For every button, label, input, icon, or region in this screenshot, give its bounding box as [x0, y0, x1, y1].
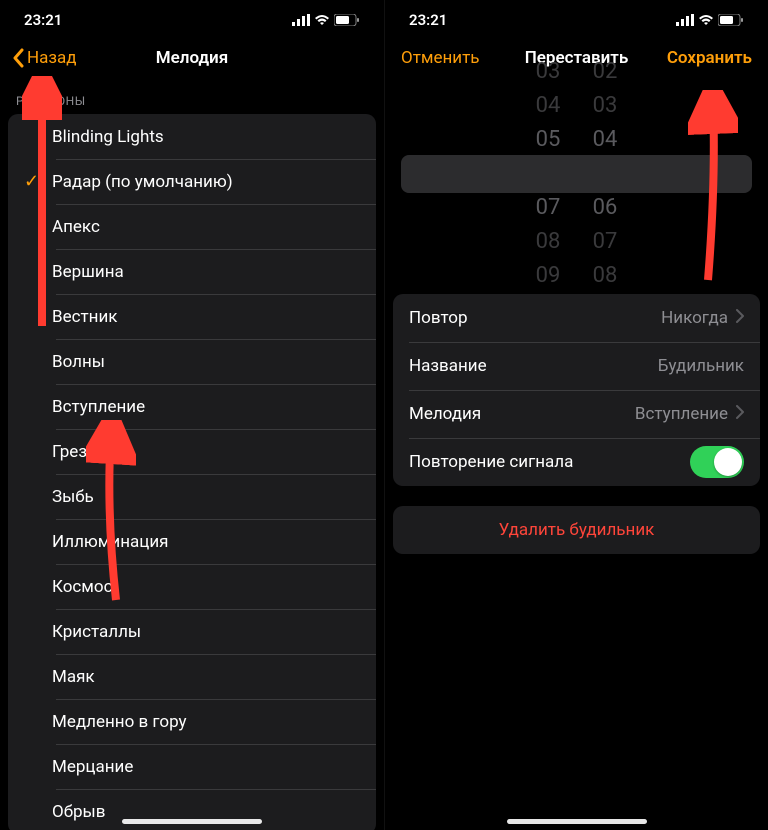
status-icons [292, 14, 360, 26]
settings-value: Никогда [661, 308, 728, 328]
cellular-icon [676, 14, 694, 26]
back-button[interactable]: Назад [6, 44, 83, 72]
picker-value: 05 [536, 123, 561, 157]
chevron-right-icon [736, 404, 744, 424]
delete-alarm-button[interactable]: Удалить будильник [393, 506, 760, 554]
ringtone-label: Космос [52, 565, 360, 609]
picker-value: 07 [593, 225, 618, 259]
ringtone-label: Зыбь [52, 475, 360, 519]
picker-value: 07 [536, 191, 561, 225]
ringtone-label: Вестник [52, 295, 360, 339]
wifi-icon [314, 14, 330, 26]
ringtone-row[interactable]: Апекс [8, 204, 376, 249]
ringtone-label: Апекс [52, 205, 360, 249]
save-button[interactable]: Сохранить [657, 42, 762, 74]
cellular-icon [292, 14, 310, 26]
section-header-ringtones: РИНГТОНЫ [0, 80, 384, 114]
status-time: 23:21 [24, 11, 62, 29]
settings-key: Название [409, 356, 658, 376]
cancel-button[interactable]: Отменить [391, 42, 490, 74]
ringtone-row[interactable]: Кристаллы [8, 609, 376, 654]
ringtone-row[interactable]: Грезы [8, 429, 376, 474]
picker-value: 02 [593, 55, 618, 89]
ringtone-row[interactable]: Космос [8, 564, 376, 609]
picker-value: 04 [593, 123, 618, 157]
ringtone-label: Blinding Lights [52, 115, 360, 159]
phone-left: 23:21 Назад Мелодия РИНГТОНЫ Blinding Li… [0, 0, 384, 830]
settings-key: Мелодия [409, 404, 635, 424]
back-label: Назад [27, 48, 77, 68]
settings-key: Повтор [409, 308, 661, 328]
battery-icon [718, 14, 744, 26]
picker-highlight [401, 155, 752, 193]
nav-bar: Назад Мелодия [0, 36, 384, 80]
picker-value: 03 [593, 89, 618, 123]
ringtone-label: Кристаллы [52, 610, 360, 654]
settings-row-repeat[interactable]: Повтор Никогда [393, 294, 760, 342]
ringtone-label: Радар (по умолчанию) [52, 160, 360, 204]
home-indicator[interactable] [507, 819, 647, 824]
ringtone-label: Вершина [52, 250, 360, 294]
ringtone-label: Маяк [52, 655, 360, 699]
ringtone-row[interactable]: Иллюминация [8, 519, 376, 564]
settings-value: Будильник [658, 356, 744, 376]
ringtone-list: Blinding Lights✓Радар (по умолчанию)Апек… [8, 114, 376, 830]
ringtone-row[interactable]: Мерцание [8, 744, 376, 789]
status-icons [676, 14, 744, 26]
ringtone-row[interactable]: Вступление [8, 384, 376, 429]
picker-value: 09 [536, 259, 561, 293]
checkmark-icon: ✓ [24, 171, 52, 192]
ringtone-row[interactable]: Вестник [8, 294, 376, 339]
picker-value: 08 [593, 259, 618, 293]
ringtone-row[interactable]: Волны [8, 339, 376, 384]
ringtone-row[interactable]: Маяк [8, 654, 376, 699]
ringtone-label: Вступление [52, 385, 360, 429]
ringtone-label: Мерцание [52, 745, 360, 789]
ringtone-row[interactable]: Медленно в гору [8, 699, 376, 744]
settings-key: Повторение сигнала [409, 452, 690, 472]
ringtone-label: Волны [52, 340, 360, 384]
chevron-left-icon [12, 48, 24, 68]
ringtone-row[interactable]: ✓Радар (по умолчанию) [8, 159, 376, 204]
alarm-settings-list: Повтор Никогда Название Будильник Мелоди… [393, 294, 760, 486]
picker-value: 06 [593, 191, 618, 225]
status-bar: 23:21 [0, 0, 384, 36]
snooze-toggle[interactable] [690, 446, 744, 478]
settings-value: Вступление [635, 404, 728, 424]
ringtone-row[interactable]: Зыбь [8, 474, 376, 519]
wifi-icon [698, 14, 714, 26]
settings-row-sound[interactable]: Мелодия Вступление [393, 390, 760, 438]
battery-icon [334, 14, 360, 26]
ringtone-row[interactable]: Blinding Lights [8, 114, 376, 159]
picker-value: 03 [536, 55, 561, 89]
settings-row-label[interactable]: Название Будильник [393, 342, 760, 390]
status-bar: 23:21 [385, 0, 768, 36]
ringtone-label: Медленно в гору [52, 700, 360, 744]
picker-value: 08 [536, 225, 561, 259]
phone-right: 23:21 Отменить Переставить Сохранить 030… [384, 0, 768, 830]
time-picker[interactable]: 03040506070809 02030405060708 [385, 84, 768, 264]
picker-value: 04 [536, 89, 561, 123]
ringtone-row[interactable]: Вершина [8, 249, 376, 294]
home-indicator[interactable] [122, 819, 262, 824]
ringtone-label: Иллюминация [52, 520, 360, 564]
nav-bar: Отменить Переставить Сохранить [385, 36, 768, 80]
chevron-right-icon [736, 308, 744, 328]
settings-row-snooze: Повторение сигнала [393, 438, 760, 486]
ringtone-label: Грезы [52, 430, 360, 474]
status-time: 23:21 [409, 11, 447, 29]
